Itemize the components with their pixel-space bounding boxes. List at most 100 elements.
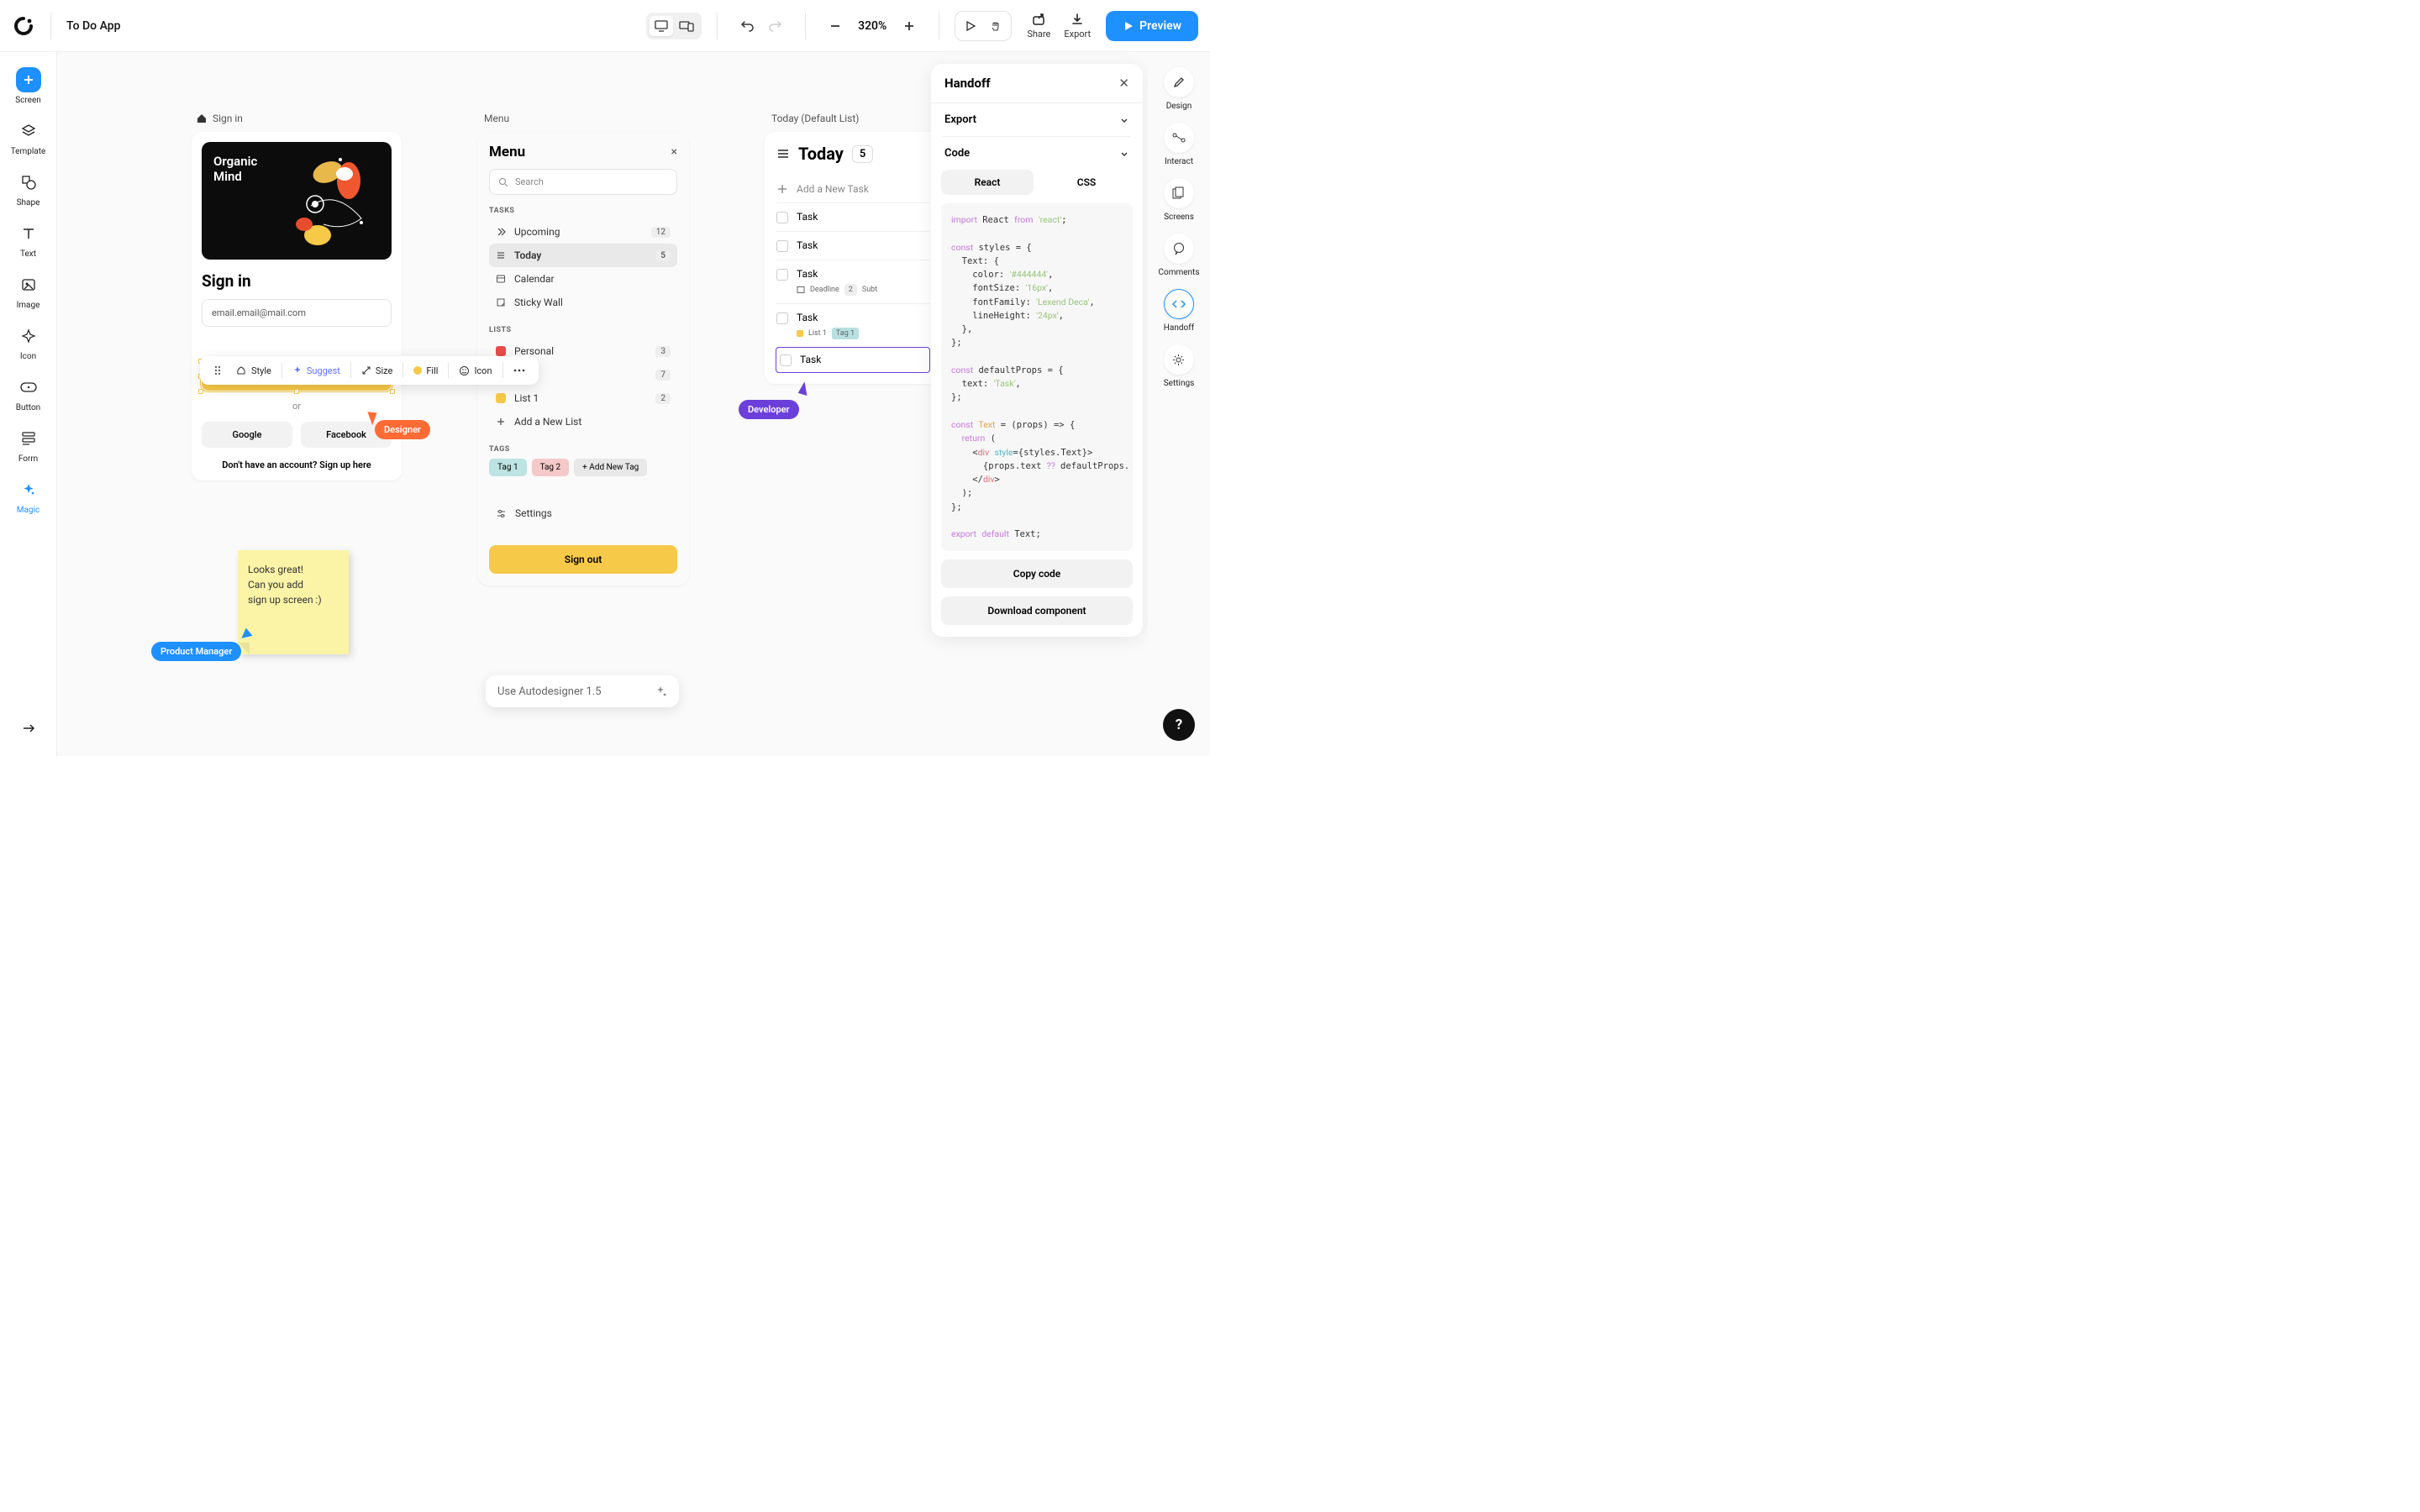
play-button[interactable] [959, 15, 982, 37]
add-tag-button[interactable]: + Add New Tag [574, 459, 647, 476]
tool-button[interactable]: Button [3, 371, 54, 416]
zoom-out-button[interactable] [821, 12, 850, 40]
app-logo[interactable] [12, 14, 35, 38]
checkbox[interactable] [776, 212, 788, 223]
suggest-button[interactable]: Suggest [287, 362, 345, 380]
export-section[interactable]: Export [931, 103, 1143, 136]
task-row[interactable]: Task [776, 348, 929, 372]
drag-handle-icon[interactable] [208, 361, 227, 380]
artboard-today[interactable]: Today 5 Add a New Task Task Task Task De… [765, 132, 941, 384]
color-swatch [496, 393, 506, 403]
tool-screen[interactable]: Screen [3, 64, 54, 108]
lists-section-label: LISTS [489, 326, 677, 334]
tag-chip[interactable]: Tag 1 [489, 459, 527, 476]
screens-icon [1164, 178, 1194, 208]
more-button[interactable] [508, 365, 530, 375]
checkbox[interactable] [776, 240, 788, 252]
cursor-product-manager: Product Manager [151, 642, 241, 661]
fill-button[interactable]: Fill [408, 362, 443, 380]
code-section[interactable]: Code [931, 137, 1143, 170]
hand-tool-button[interactable] [984, 15, 1007, 37]
pencil-icon [1164, 67, 1194, 97]
desktop-device-button[interactable] [650, 16, 673, 36]
autodesigner-input[interactable]: Use Autodesigner 1.5 [486, 675, 679, 707]
plus-icon [776, 183, 788, 195]
tool-shape[interactable]: Shape [3, 166, 54, 211]
tags-section-label: TAGS [489, 445, 677, 454]
rail-screens[interactable]: Screens [1164, 178, 1194, 222]
rail-comments[interactable]: Comments [1158, 234, 1199, 277]
add-list-button[interactable]: Add a New List [489, 410, 677, 433]
tool-text[interactable]: Text [3, 218, 54, 262]
close-icon[interactable]: × [671, 145, 677, 159]
search-icon [498, 177, 508, 187]
close-button[interactable]: ✕ [1118, 76, 1129, 91]
size-button[interactable]: Size [356, 362, 397, 380]
rail-handoff[interactable]: Handoff [1164, 289, 1194, 333]
today-title: Today [798, 144, 844, 164]
rail-design[interactable]: Design [1164, 67, 1194, 111]
artboard-label-today[interactable]: Today (Default List) [771, 113, 859, 124]
cursor-designer: Designer [375, 420, 430, 439]
preview-button[interactable]: Preview [1106, 11, 1198, 41]
tool-image[interactable]: Image [3, 269, 54, 313]
tool-icon[interactable]: Icon [3, 320, 54, 365]
download-component-button[interactable]: Download component [941, 596, 1133, 625]
menu-item-sticky-wall[interactable]: Sticky Wall [489, 291, 677, 314]
menu-item-today[interactable]: Today5 [489, 244, 677, 267]
button-icon [16, 375, 41, 400]
project-name[interactable]: To Do App [66, 19, 120, 33]
list-item-list1[interactable]: List 12 [489, 386, 677, 410]
tab-css[interactable]: CSS [1040, 170, 1133, 195]
add-task-button[interactable]: Add a New Task [776, 176, 929, 203]
code-preview[interactable]: import React from 'react'; const styles … [941, 203, 1133, 551]
artboard-label-menu[interactable]: Menu [484, 113, 509, 124]
multi-device-button[interactable] [675, 16, 698, 36]
task-row[interactable]: Task [776, 203, 929, 232]
tool-form[interactable]: Form [3, 423, 54, 467]
tab-react[interactable]: React [941, 170, 1034, 195]
tool-magic[interactable]: Magic [3, 474, 54, 518]
search-input[interactable]: Search [489, 169, 677, 195]
hamburger-icon[interactable] [776, 148, 790, 160]
sticky-note[interactable]: Looks great! Can you add sign up screen … [238, 550, 349, 654]
rail-settings[interactable]: Settings [1164, 344, 1195, 388]
chevron-down-icon [1119, 115, 1129, 125]
checkbox[interactable] [776, 269, 788, 281]
signout-button[interactable]: Sign out [489, 545, 677, 574]
menu-item-calendar[interactable]: Calendar [489, 267, 677, 291]
task-row[interactable]: Task [776, 232, 929, 260]
email-field[interactable]: email.email@mail.com [202, 299, 392, 327]
task-row[interactable]: Task Deadline 2 Subt [776, 260, 929, 304]
checkbox[interactable] [776, 312, 788, 324]
cursor-developer-icon [797, 381, 808, 396]
task-row[interactable]: Task List 1 Tag 1 [776, 304, 929, 348]
checkbox[interactable] [780, 354, 792, 366]
signup-link[interactable]: Don't have an account? Sign up here [202, 459, 392, 470]
settings-button[interactable]: Settings [489, 501, 677, 525]
tool-template[interactable]: Template [3, 115, 54, 160]
magic-icon [16, 477, 41, 502]
help-button[interactable]: ? [1163, 709, 1195, 741]
icon-button[interactable]: Icon [454, 362, 497, 380]
artboard-label-signin[interactable]: Sign in [196, 113, 243, 124]
rail-interact[interactable]: Interact [1164, 123, 1194, 166]
zoom-value[interactable]: 320% [858, 19, 886, 33]
share-label: Share [1027, 29, 1050, 39]
export-button[interactable]: Export [1064, 12, 1091, 39]
expand-sidebar-button[interactable] [14, 714, 43, 743]
or-divider: or [202, 401, 392, 412]
link-icon [1164, 123, 1194, 153]
google-button[interactable]: Google [202, 422, 292, 448]
copy-code-button[interactable]: Copy code [941, 559, 1133, 588]
undo-button[interactable] [733, 12, 761, 40]
redo-button[interactable] [761, 12, 790, 40]
zoom-in-button[interactable] [895, 12, 923, 40]
artboard-signin[interactable]: Organic Mind Sign in email.email@mail.co… [192, 132, 402, 480]
style-button[interactable]: Style [230, 361, 276, 380]
menu-item-upcoming[interactable]: Upcoming12 [489, 220, 677, 244]
share-button[interactable]: Share [1027, 12, 1050, 39]
tag-chip[interactable]: Tag 2 [532, 459, 570, 476]
hero-image: Organic Mind [202, 142, 392, 260]
divider [50, 13, 51, 39]
